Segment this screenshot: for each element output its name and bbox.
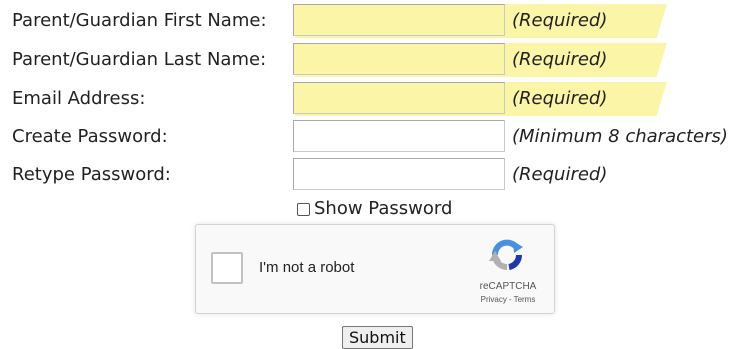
recaptcha-label: I'm not a robot (259, 259, 355, 276)
last-name-hint: (Required) (512, 49, 608, 70)
recaptcha-brand: reCAPTCHA (479, 281, 537, 292)
last-name-label: Parent/Guardian Last Name: (12, 49, 267, 70)
retype-password-label: Retype Password: (12, 164, 171, 185)
show-password-checkbox[interactable] (297, 202, 310, 216)
last-name-row: Parent/Guardian Last Name: (Required) (0, 43, 741, 77)
recaptcha-widget: I'm not a robot reCAPTCHA Privacy - Terms (195, 224, 555, 314)
recaptcha-link-separator: - (508, 295, 512, 304)
show-password-toggle[interactable]: Show Password (297, 198, 452, 220)
create-password-label: Create Password: (12, 126, 168, 147)
email-input[interactable] (293, 82, 505, 114)
retype-password-input[interactable] (293, 158, 505, 190)
last-name-input[interactable] (293, 43, 505, 75)
show-password-label: Show Password (314, 198, 453, 219)
email-label: Email Address: (12, 88, 146, 109)
recaptcha-checkbox[interactable] (211, 252, 243, 284)
create-password-row: Create Password: (Minimum 8 characters) (0, 120, 741, 154)
retype-password-row: Retype Password: (Required) (0, 158, 741, 192)
first-name-input[interactable] (293, 4, 505, 36)
recaptcha-logo-icon (489, 239, 523, 271)
submit-button[interactable]: Submit (342, 326, 413, 349)
recaptcha-terms-link[interactable]: Terms (514, 295, 536, 304)
first-name-row: Parent/Guardian First Name: (Required) (0, 4, 741, 38)
retype-password-hint: (Required) (512, 164, 608, 185)
first-name-hint: (Required) (512, 10, 608, 31)
create-password-input[interactable] (293, 120, 505, 152)
email-row: Email Address: (Required) (0, 82, 741, 116)
email-hint: (Required) (512, 88, 608, 109)
recaptcha-privacy-link[interactable]: Privacy (481, 295, 507, 304)
recaptcha-links: Privacy - Terms (468, 295, 548, 305)
create-password-hint: (Minimum 8 characters) (512, 126, 728, 147)
first-name-label: Parent/Guardian First Name: (12, 10, 267, 31)
